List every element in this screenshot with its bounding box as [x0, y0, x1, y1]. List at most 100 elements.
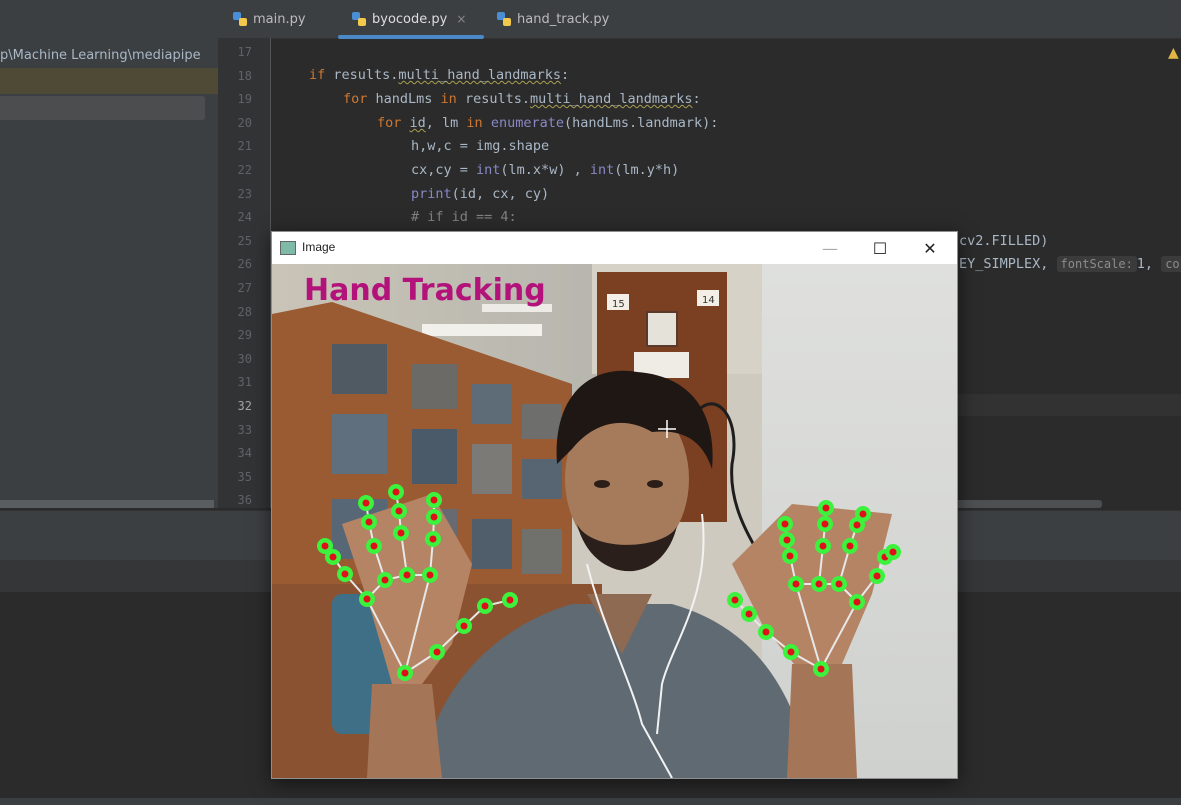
- line-number: 24: [237, 210, 252, 225]
- landmark-point: [363, 595, 371, 603]
- line-number: 27: [237, 281, 252, 295]
- close-button[interactable]: ✕: [907, 232, 953, 264]
- landmark-point: [792, 580, 800, 588]
- landmark-point: [321, 542, 329, 550]
- landmark-point: [815, 580, 823, 588]
- project-tree-selected-row[interactable]: [0, 96, 205, 120]
- line-number: 18: [237, 68, 252, 83]
- landmark-point: [362, 499, 370, 507]
- landmark-point: [403, 571, 411, 579]
- landmark-point: [429, 535, 437, 543]
- status-bar: [0, 798, 1181, 805]
- line-number: 17: [237, 45, 252, 59]
- warning-icon[interactable]: ▲: [1168, 45, 1179, 61]
- line-number: 22: [237, 163, 252, 177]
- landmark-point: [762, 628, 770, 636]
- project-scrollbar[interactable]: [0, 500, 214, 508]
- maximize-button[interactable]: ☐: [857, 232, 903, 264]
- tab-label: byocode.py: [372, 11, 448, 27]
- sidebar-header: [0, 0, 218, 38]
- ceiling-light: [422, 324, 542, 336]
- python-file-icon: [497, 12, 511, 26]
- landmark-point: [783, 536, 791, 544]
- tab-hand-track-py[interactable]: hand_track.py: [497, 0, 609, 38]
- window-titlebar[interactable]: Image — ☐ ✕: [272, 232, 957, 264]
- line-number: 23: [237, 186, 252, 201]
- close-tab-icon[interactable]: ×: [456, 12, 466, 26]
- landmark-point: [381, 576, 389, 584]
- landmark-point: [430, 513, 438, 521]
- line-number: 20: [237, 115, 252, 130]
- window-app-icon: [280, 241, 296, 255]
- landmark-point: [859, 510, 867, 518]
- landmark-point: [786, 552, 794, 560]
- code-line-26-tail: EY_SIMPLEX, fontScale: 1, co: [959, 256, 1181, 272]
- landmark-point: [787, 648, 795, 656]
- code-line-23: print(id, cx, cy): [411, 186, 550, 202]
- webcam-frame: 15 14 Hand Tracking: [272, 264, 957, 778]
- landmark-point: [329, 553, 337, 561]
- code-line-18: if results.multi_hand_landmarks:: [309, 67, 570, 83]
- line-number: 25: [237, 233, 252, 248]
- landmark-point: [401, 669, 409, 677]
- tab-byocode-py[interactable]: byocode.py ×: [352, 0, 466, 38]
- code-line-21: h,w,c = img.shape: [411, 138, 550, 154]
- line-number: 32: [237, 399, 252, 413]
- landmark-point: [430, 496, 438, 504]
- landmark-point: [365, 518, 373, 526]
- line-number: 35: [237, 469, 252, 484]
- landmark-point: [889, 548, 897, 556]
- param-hint-color: co: [1161, 256, 1181, 272]
- line-number-gutter: [218, 38, 271, 508]
- python-file-icon: [233, 12, 247, 26]
- landmark-point: [853, 598, 861, 606]
- opencv-image-window[interactable]: Image — ☐ ✕ 15 14 Hand Tracking: [271, 231, 958, 779]
- landmark-point: [506, 596, 514, 604]
- landmark-point: [433, 648, 441, 656]
- line-number: 30: [237, 351, 252, 366]
- webcam-scene: 15 14 Hand Tracking: [272, 264, 957, 778]
- line-number: 34: [237, 446, 252, 461]
- shelf-number: 14: [702, 295, 715, 306]
- minimize-button[interactable]: —: [807, 232, 853, 264]
- landmark-point: [392, 488, 400, 496]
- landmark-point: [817, 665, 825, 673]
- landmark-point: [460, 622, 468, 630]
- project-path[interactable]: p\Machine Learning\mediapipe: [0, 48, 201, 63]
- landmark-point: [873, 572, 881, 580]
- line-number: 33: [237, 422, 252, 437]
- code-line-20: for id, lm in enumerate(handLms.landmark…: [377, 115, 719, 131]
- tab-main-py[interactable]: main.py: [233, 0, 306, 38]
- line-number: 28: [237, 304, 252, 319]
- landmark-point: [397, 529, 405, 537]
- landmark-point: [341, 570, 349, 578]
- landmark-point: [853, 521, 861, 529]
- line-number: 26: [237, 257, 252, 272]
- code-line-25-tail: cv2.FILLED): [959, 233, 1049, 249]
- line-number: 36: [237, 493, 252, 508]
- overlay-title: Hand Tracking: [304, 273, 546, 308]
- landmark-point: [731, 596, 739, 604]
- landmark-point: [481, 602, 489, 610]
- line-number: 21: [237, 139, 252, 154]
- shelf-number: 15: [612, 299, 625, 310]
- landmark-point: [745, 610, 753, 618]
- landmark-point: [819, 542, 827, 550]
- param-hint-fontscale: fontScale:: [1056, 256, 1137, 272]
- line-number: 19: [237, 92, 252, 107]
- landmark-point: [370, 542, 378, 550]
- landmark-point: [395, 507, 403, 515]
- code-line-22: cx,cy = int(lm.x*w) , int(lm.y*h): [411, 162, 680, 178]
- landmark-point: [821, 520, 829, 528]
- landmark-point: [835, 580, 843, 588]
- window-title: Image: [302, 240, 336, 254]
- landmark-point: [781, 520, 789, 528]
- landmark-point: [846, 542, 854, 550]
- landmark-point: [822, 504, 830, 512]
- tab-label: main.py: [253, 11, 306, 27]
- code-line-19: for handLms in results.multi_hand_landma…: [343, 91, 701, 107]
- project-panel: p\Machine Learning\mediapipe: [0, 38, 219, 508]
- python-file-icon: [352, 12, 366, 26]
- project-tree-highlight[interactable]: [0, 68, 218, 94]
- line-number: 31: [237, 375, 252, 390]
